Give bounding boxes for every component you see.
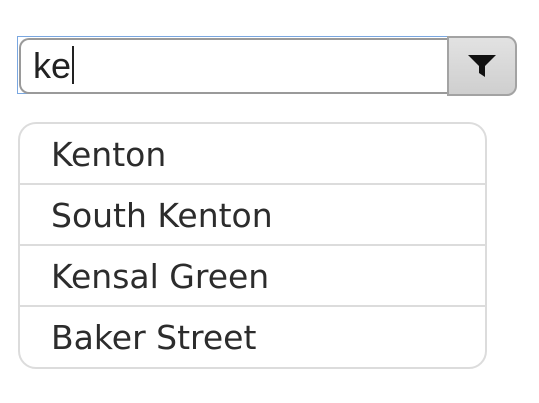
search-input-value: ke bbox=[33, 45, 72, 86]
list-item[interactable]: South Kenton bbox=[20, 185, 485, 246]
search-input[interactable]: ke bbox=[19, 38, 449, 94]
filter-button[interactable] bbox=[447, 36, 517, 96]
list-item[interactable]: Baker Street bbox=[20, 307, 485, 367]
text-caret bbox=[72, 46, 75, 84]
filter-icon bbox=[468, 55, 496, 77]
search-bar: ke bbox=[17, 36, 517, 96]
results-list: Kenton South Kenton Kensal Green Baker S… bbox=[18, 122, 487, 369]
list-item[interactable]: Kensal Green bbox=[20, 246, 485, 307]
list-item[interactable]: Kenton bbox=[20, 124, 485, 185]
